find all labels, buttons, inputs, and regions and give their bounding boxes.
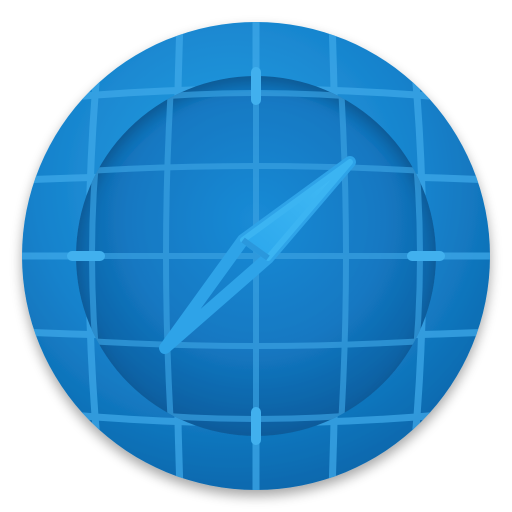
- compass-icon: [22, 22, 490, 490]
- app-icon: [0, 0, 512, 512]
